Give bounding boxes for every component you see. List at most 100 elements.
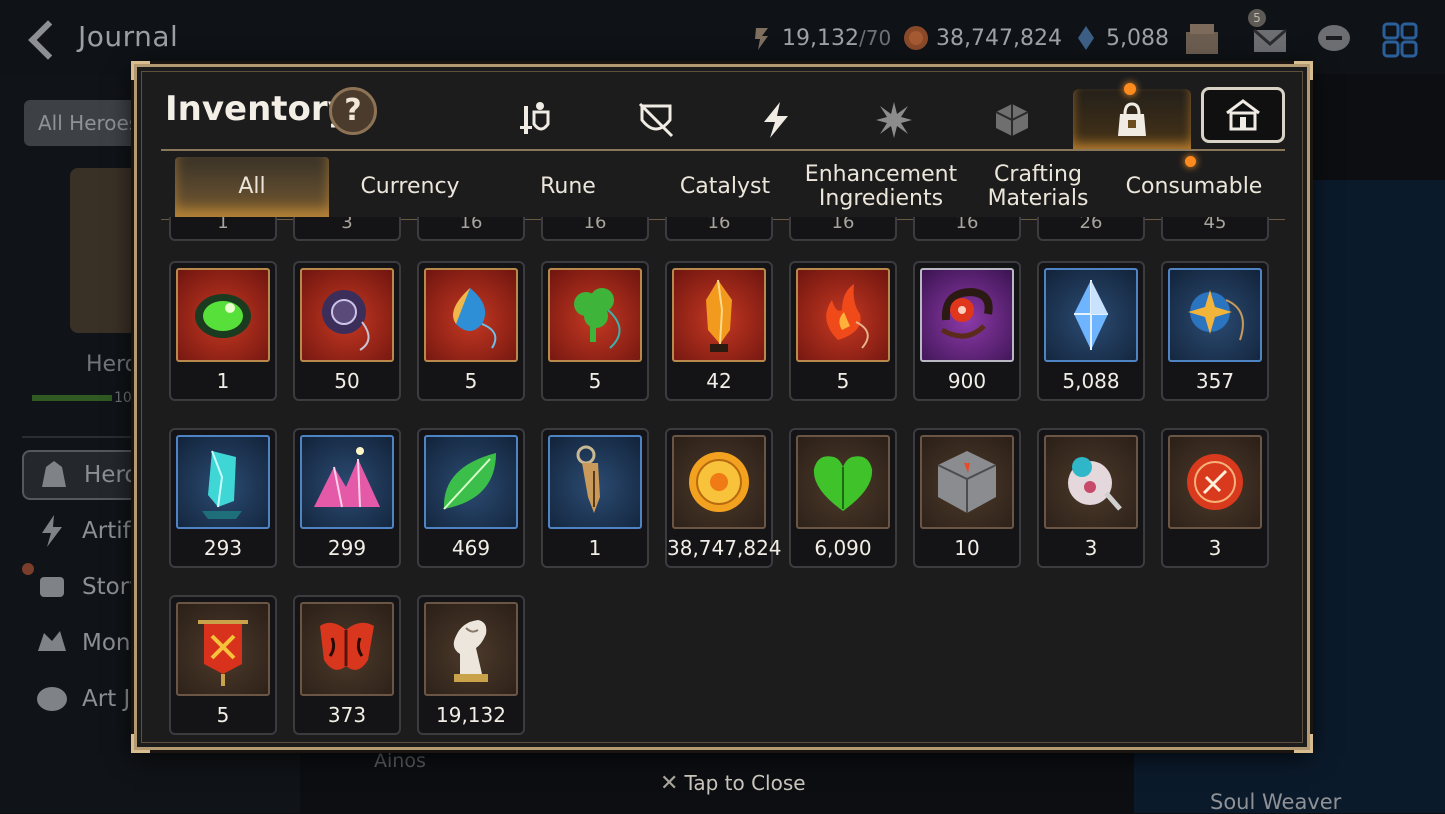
red-seal-ring-icon — [940, 287, 993, 339]
tab-bag[interactable] — [1073, 89, 1191, 151]
item-qty: 5,088 — [1062, 369, 1120, 393]
item-qty: 26 — [1079, 217, 1103, 233]
tap-to-close-button[interactable]: ✕ Tap to Close — [660, 771, 806, 796]
palette-icon — [37, 687, 67, 711]
item-slot[interactable]: 373 — [293, 595, 401, 735]
item-slot[interactable]: 16 — [417, 217, 525, 241]
chat-icon[interactable] — [1314, 20, 1354, 60]
tab-cube[interactable] — [953, 89, 1071, 151]
item-slot[interactable]: 357 — [1161, 261, 1269, 401]
item-slot[interactable]: 5 — [169, 595, 277, 735]
item-slot[interactable]: 10 — [913, 428, 1021, 568]
subtab-catalyst[interactable]: Catalyst — [648, 157, 802, 217]
item-slot[interactable]: 5 — [417, 261, 525, 401]
all-heroes-filter[interactable]: All Heroes — [24, 100, 144, 146]
item-qty: 5 — [464, 369, 478, 393]
item-frame — [920, 435, 1014, 529]
monster-icon — [38, 631, 66, 651]
item-slot[interactable]: 16 — [541, 217, 649, 241]
item-qty: 16 — [583, 217, 607, 233]
item-slot[interactable]: 16 — [789, 217, 897, 241]
page-title: Journal — [78, 20, 179, 53]
ainos-label: Ainos — [374, 750, 426, 772]
knight-chess-icon — [453, 620, 488, 682]
item-slot[interactable]: 16 — [665, 217, 773, 241]
stamina-max: /70 — [858, 26, 892, 50]
item-slot[interactable]: 38,747,824 — [665, 428, 782, 568]
item-slot[interactable]: 1 — [169, 217, 277, 241]
subtab-bar: All Currency Rune Catalyst Enhancement I… — [161, 149, 1285, 220]
item-frame — [796, 268, 890, 362]
lightning-icon — [764, 102, 788, 138]
inventory-modal: Inventory ? All Currency Rune Catalyst E… — [131, 61, 1313, 753]
item-slot[interactable]: 1 — [541, 428, 649, 568]
stamina-counter: 19,132 /70 — [748, 22, 891, 54]
hero-progress-bar — [32, 395, 112, 401]
tab-house[interactable] — [1201, 87, 1285, 143]
item-slot[interactable]: 3 — [1037, 428, 1145, 568]
item-slot[interactable]: 469 — [417, 428, 525, 568]
item-frame — [176, 268, 270, 362]
item-slot[interactable]: 19,132 — [417, 595, 525, 735]
tab-lightning[interactable] — [717, 89, 835, 151]
subtab-consumable[interactable]: Consumable — [1117, 157, 1271, 217]
shield-broken-icon — [638, 102, 674, 138]
item-frame — [176, 435, 270, 529]
tab-artifact[interactable] — [597, 89, 715, 151]
item-qty: 5 — [588, 369, 602, 393]
subtab-currency[interactable]: Currency — [333, 157, 487, 217]
new-items-indicator — [1185, 156, 1196, 167]
help-button[interactable]: ? — [329, 87, 377, 135]
item-slot[interactable]: 26 — [1037, 217, 1145, 241]
skystone-counter: 5,088 — [1072, 22, 1169, 54]
item-slot[interactable]: 293 — [169, 428, 277, 568]
back-arrow-icon[interactable] — [24, 20, 64, 60]
tab-equipment[interactable] — [477, 89, 595, 151]
item-qty: 3 — [1208, 536, 1222, 560]
item-frame — [796, 435, 890, 529]
item-frame — [1044, 435, 1138, 529]
skystone-crystal-icon — [1074, 280, 1108, 350]
item-slot[interactable]: 50 — [293, 261, 401, 401]
bag-icon — [1118, 102, 1146, 136]
item-slot[interactable]: 5,088 — [1037, 261, 1145, 401]
item-qty: 1 — [216, 369, 230, 393]
item-qty: 900 — [947, 369, 987, 393]
item-qty: 1 — [217, 217, 229, 233]
item-slot[interactable]: 16 — [913, 217, 1021, 241]
item-frame — [1168, 268, 1262, 362]
item-slot[interactable]: 900 — [913, 261, 1021, 401]
item-slot[interactable]: 1 — [169, 261, 277, 401]
tab-burst[interactable] — [835, 89, 953, 151]
shop-icon[interactable] — [1182, 20, 1222, 60]
hero-progress-text: 10 — [114, 390, 132, 406]
gold-icon — [904, 26, 928, 50]
item-slot[interactable]: 5 — [789, 261, 897, 401]
subtab-crafting-materials[interactable]: Crafting Materials — [961, 157, 1115, 217]
menu-grid-icon[interactable] — [1380, 20, 1420, 60]
item-qty: 42 — [706, 369, 732, 393]
item-slot[interactable]: 42 — [665, 261, 773, 401]
item-slot[interactable]: 5 — [541, 261, 649, 401]
item-qty: 469 — [451, 536, 491, 560]
item-frame — [300, 602, 394, 696]
frame-corner — [131, 734, 150, 753]
item-qty: 6,090 — [814, 536, 872, 560]
item-slot[interactable]: 299 — [293, 428, 401, 568]
item-slot[interactable]: 45 — [1161, 217, 1269, 241]
mail-badge: 5 — [1248, 9, 1266, 27]
item-slot[interactable]: 6,090 — [789, 428, 897, 568]
star-pendant-icon — [1188, 290, 1244, 341]
subtab-enhancement-ingredients[interactable]: Enhancement Ingredients — [804, 157, 958, 217]
item-slot[interactable]: 3 — [1161, 428, 1269, 568]
skystone-value: 5,088 — [1106, 25, 1169, 51]
item-slot[interactable]: 3 — [293, 217, 401, 241]
item-qty: 38,747,824 — [667, 536, 782, 560]
inventory-title: Inventory — [165, 89, 350, 129]
torn-flag-icon — [320, 622, 374, 670]
subtab-rune[interactable]: Rune — [491, 157, 645, 217]
subtab-all[interactable]: All — [175, 157, 329, 217]
item-frame — [300, 268, 394, 362]
robot-toy-icon — [1068, 457, 1122, 511]
item-qty: 16 — [707, 217, 731, 233]
